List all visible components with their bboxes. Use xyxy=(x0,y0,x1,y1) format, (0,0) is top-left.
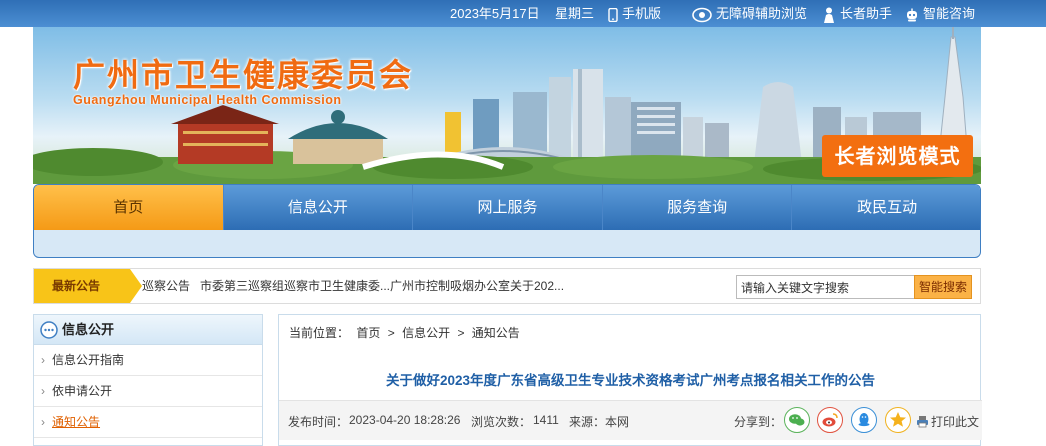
smart-consult-label: 智能咨询 xyxy=(923,6,976,21)
site-logo-subtitle: Guangzhou Municipal Health Commission xyxy=(73,93,342,107)
accessible-browse-label: 无障碍辅助浏览 xyxy=(716,6,808,21)
breadcrumb: 当前位置： 首页 > 信息公开 > 通知公告 xyxy=(289,324,524,341)
elder-person-icon xyxy=(824,7,834,23)
site-logo-title[interactable]: 广州市卫生健康委员会 xyxy=(73,50,413,96)
left-sidebar: 信息公开 信息公开指南 依申请公开 通知公告 xyxy=(33,314,263,446)
sidebar-item-request-disclosure[interactable]: 依申请公开 xyxy=(34,376,262,407)
elder-helper-label: 长者助手 xyxy=(840,6,893,21)
notice-item[interactable]: 广州市控制吸烟办公室关于202... xyxy=(390,269,564,303)
weibo-icon[interactable] xyxy=(817,407,843,433)
view-count: 1411 xyxy=(533,413,559,427)
nav-item-interaction[interactable]: 政民互动 xyxy=(792,185,980,230)
notice-item[interactable]: 巡察公告 xyxy=(142,269,190,303)
header-banner: 广州市卫生健康委员会 Guangzhou Municipal Health Co… xyxy=(33,27,981,184)
share-label: 分享到： xyxy=(734,415,783,429)
smart-consult-link[interactable]: 智能咨询 xyxy=(905,0,975,27)
notice-item[interactable]: 市委第三巡察组巡察市卫生健康委... xyxy=(200,269,390,303)
elder-browse-mode-button[interactable]: 长者浏览模式 xyxy=(822,135,973,177)
qq-icon[interactable] xyxy=(851,407,877,433)
article-panel: 当前位置： 首页 > 信息公开 > 通知公告 关于做好2023年度广东省高级卫生… xyxy=(278,314,982,446)
publish-time-label: 发布时间： xyxy=(288,415,349,429)
search-input[interactable] xyxy=(736,275,916,299)
breadcrumb-home[interactable]: 首页 xyxy=(356,326,380,340)
nav-item-home[interactable]: 首页 xyxy=(34,185,224,230)
sidebar-item-disclosure-guide[interactable]: 信息公开指南 xyxy=(34,345,262,376)
breadcrumb-info-disclosure[interactable]: 信息公开 xyxy=(402,326,450,340)
article-title: 关于做好2023年度广东省高级卫生专业技术资格考试广州考点报名相关工作的公告 xyxy=(385,373,876,388)
breadcrumb-label: 当前位置： xyxy=(289,326,350,340)
eye-icon xyxy=(692,7,712,22)
mobile-version-label: 手机版 xyxy=(622,6,662,21)
source-value: 本网 xyxy=(605,415,630,429)
current-date: 2023年5月17日 xyxy=(450,6,540,21)
wechat-icon[interactable] xyxy=(784,407,810,433)
elder-helper-link[interactable]: 长者助手 xyxy=(822,0,892,27)
notice-bar: 最新公告 巡察公告 市委第三巡察组巡察市卫生健康委... 广州市控制吸烟办公室关… xyxy=(33,268,981,304)
breadcrumb-separator: > xyxy=(457,326,465,340)
accessible-browse-link[interactable]: 无障碍辅助浏览 xyxy=(692,0,807,27)
robot-icon xyxy=(907,8,917,22)
qzone-icon[interactable] xyxy=(885,407,911,433)
breadcrumb-separator: > xyxy=(387,326,395,340)
breadcrumb-notices[interactable]: 通知公告 xyxy=(472,326,520,340)
latest-notice-tag: 最新公告 xyxy=(34,269,142,303)
main-navigation: 首页 信息公开 网上服务 服务查询 政民互动 xyxy=(33,184,981,258)
print-article-label: 打印此文 xyxy=(931,415,980,429)
sidebar-title: 信息公开 xyxy=(62,322,115,337)
print-article-button[interactable]: 打印此文 xyxy=(916,413,979,430)
mobile-version-link[interactable]: 手机版 xyxy=(608,0,661,27)
nav-item-service-query[interactable]: 服务查询 xyxy=(603,185,793,230)
view-count-label: 浏览次数： xyxy=(471,415,532,429)
printer-icon xyxy=(917,416,928,428)
chat-bubble-icon xyxy=(40,321,58,339)
source-label: 来源： xyxy=(569,415,606,429)
article-meta-bar: 发布时间： 2023-04-20 18:28:26 浏览次数： 1411 来源：… xyxy=(279,400,982,440)
smart-search-button[interactable]: 智能搜索 xyxy=(914,275,972,299)
phone-icon xyxy=(608,7,618,22)
current-weekday: 星期三 xyxy=(555,6,595,21)
nav-item-online-service[interactable]: 网上服务 xyxy=(413,185,603,230)
sidebar-item-notices[interactable]: 通知公告 xyxy=(34,407,262,438)
nav-item-info-disclosure[interactable]: 信息公开 xyxy=(224,185,414,230)
top-bar: 2023年5月17日 星期三 手机版 无障碍辅助浏览 长者助手 智能咨询 xyxy=(0,0,1046,27)
sidebar-header: 信息公开 xyxy=(34,315,262,345)
publish-time: 2023-04-20 18:28:26 xyxy=(349,413,461,427)
